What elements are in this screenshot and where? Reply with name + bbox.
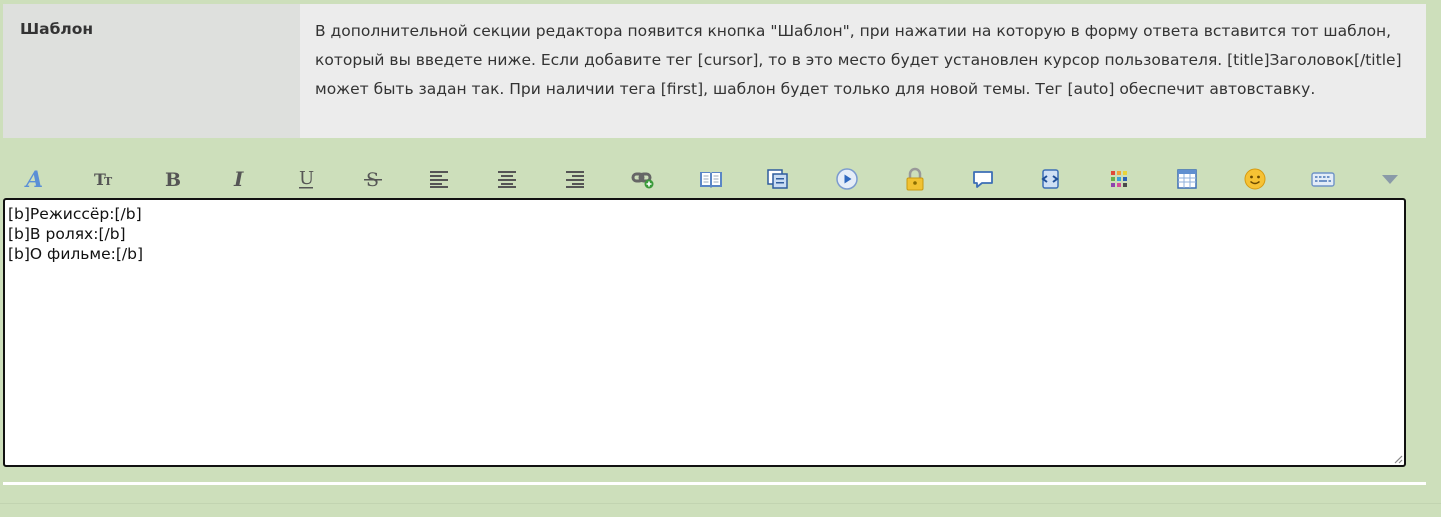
svg-text:T: T: [104, 175, 113, 188]
svg-text:B: B: [165, 169, 181, 189]
resize-grip-icon[interactable]: [1391, 452, 1403, 464]
align-right-icon[interactable]: [560, 164, 590, 194]
svg-text:U: U: [299, 168, 314, 189]
template-textarea[interactable]: [b]Режиссёр:[/b] [b]В ролях:[/b] [b]О фи…: [5, 200, 1404, 465]
copy-icon[interactable]: [763, 164, 793, 194]
bold-icon[interactable]: B: [157, 164, 187, 194]
font-size-icon[interactable]: TT: [89, 164, 119, 194]
bottom-divider: [0, 503, 1441, 504]
template-setting-row: Шаблон В дополнительной секции редактора…: [3, 4, 1426, 138]
link-icon[interactable]: [628, 164, 658, 194]
template-editor-container: [b]Режиссёр:[/b] [b]В ролях:[/b] [b]О фи…: [3, 198, 1406, 467]
italic-icon[interactable]: I: [224, 164, 254, 194]
separator-line: [3, 482, 1426, 485]
align-center-icon[interactable]: [492, 164, 522, 194]
svg-text:A: A: [24, 168, 43, 190]
color-palette-icon[interactable]: [1104, 164, 1134, 194]
underline-icon[interactable]: U: [291, 164, 321, 194]
dropdown-arrow-icon[interactable]: [1375, 164, 1405, 194]
smiley-icon[interactable]: [1240, 164, 1270, 194]
keyboard-icon[interactable]: [1308, 164, 1338, 194]
table-icon[interactable]: [1172, 164, 1202, 194]
setting-label: Шаблон: [3, 4, 300, 138]
book-icon[interactable]: [696, 164, 726, 194]
editor-toolbar: A TT B I U S: [0, 162, 1426, 196]
svg-text:I: I: [233, 169, 244, 189]
strikethrough-icon[interactable]: S: [358, 164, 388, 194]
play-icon[interactable]: [832, 164, 862, 194]
align-left-icon[interactable]: [424, 164, 454, 194]
scroll-icon[interactable]: [1035, 164, 1065, 194]
setting-description: В дополнительной секции редактора появит…: [300, 4, 1426, 138]
font-icon[interactable]: A: [21, 164, 51, 194]
speech-bubble-icon[interactable]: [968, 164, 998, 194]
lock-icon[interactable]: [900, 164, 930, 194]
